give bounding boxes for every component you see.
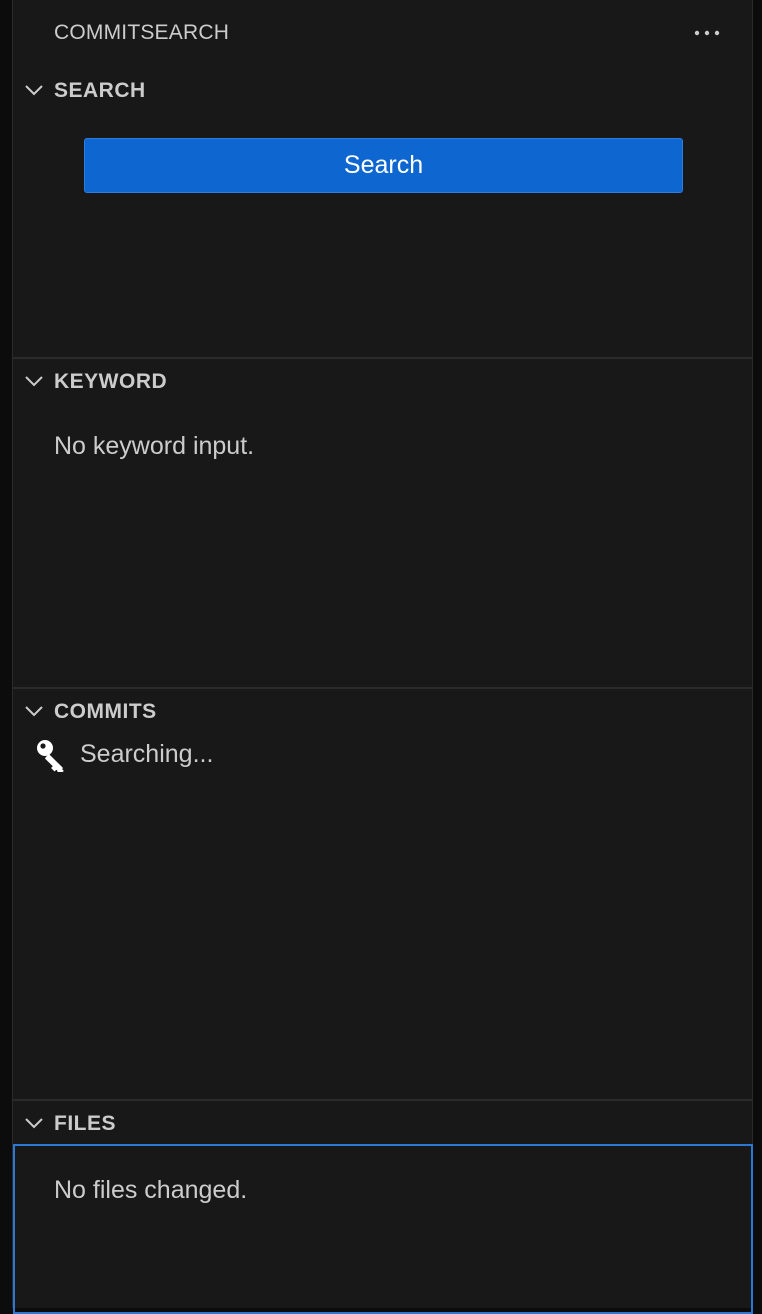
section-header-keyword[interactable]: KEYWORD bbox=[13, 359, 752, 403]
section-header-search[interactable]: SEARCH bbox=[13, 68, 752, 112]
key-icon bbox=[37, 740, 64, 772]
section-title-keyword: KEYWORD bbox=[54, 370, 168, 393]
section-header-files[interactable]: FILES bbox=[13, 1101, 752, 1145]
chevron-down-icon bbox=[25, 376, 43, 387]
chevron-down-icon bbox=[25, 1118, 43, 1129]
commitsearch-view: COMMITSEARCH SEARCH Search KEYWORD No ke… bbox=[12, 0, 753, 1314]
search-button[interactable]: Search bbox=[84, 138, 683, 193]
files-empty-message: No files changed. bbox=[54, 1176, 248, 1204]
section-title-files: FILES bbox=[54, 1112, 117, 1135]
section-title-commits: COMMITS bbox=[54, 700, 157, 723]
section-title-search: SEARCH bbox=[54, 79, 146, 102]
ellipsis-icon bbox=[694, 30, 720, 36]
commits-status-item[interactable]: Searching... bbox=[13, 734, 752, 776]
more-actions-button[interactable] bbox=[687, 18, 727, 48]
files-view-body[interactable]: No files changed. bbox=[13, 1144, 753, 1314]
commits-status-label: Searching... bbox=[80, 740, 214, 768]
keyword-empty-message: No keyword input. bbox=[54, 432, 255, 460]
chevron-down-icon bbox=[25, 706, 43, 717]
view-title-bar: COMMITSEARCH bbox=[13, 0, 752, 66]
section-header-commits[interactable]: COMMITS bbox=[13, 689, 752, 733]
chevron-down-icon bbox=[25, 85, 43, 96]
view-title: COMMITSEARCH bbox=[54, 21, 230, 44]
